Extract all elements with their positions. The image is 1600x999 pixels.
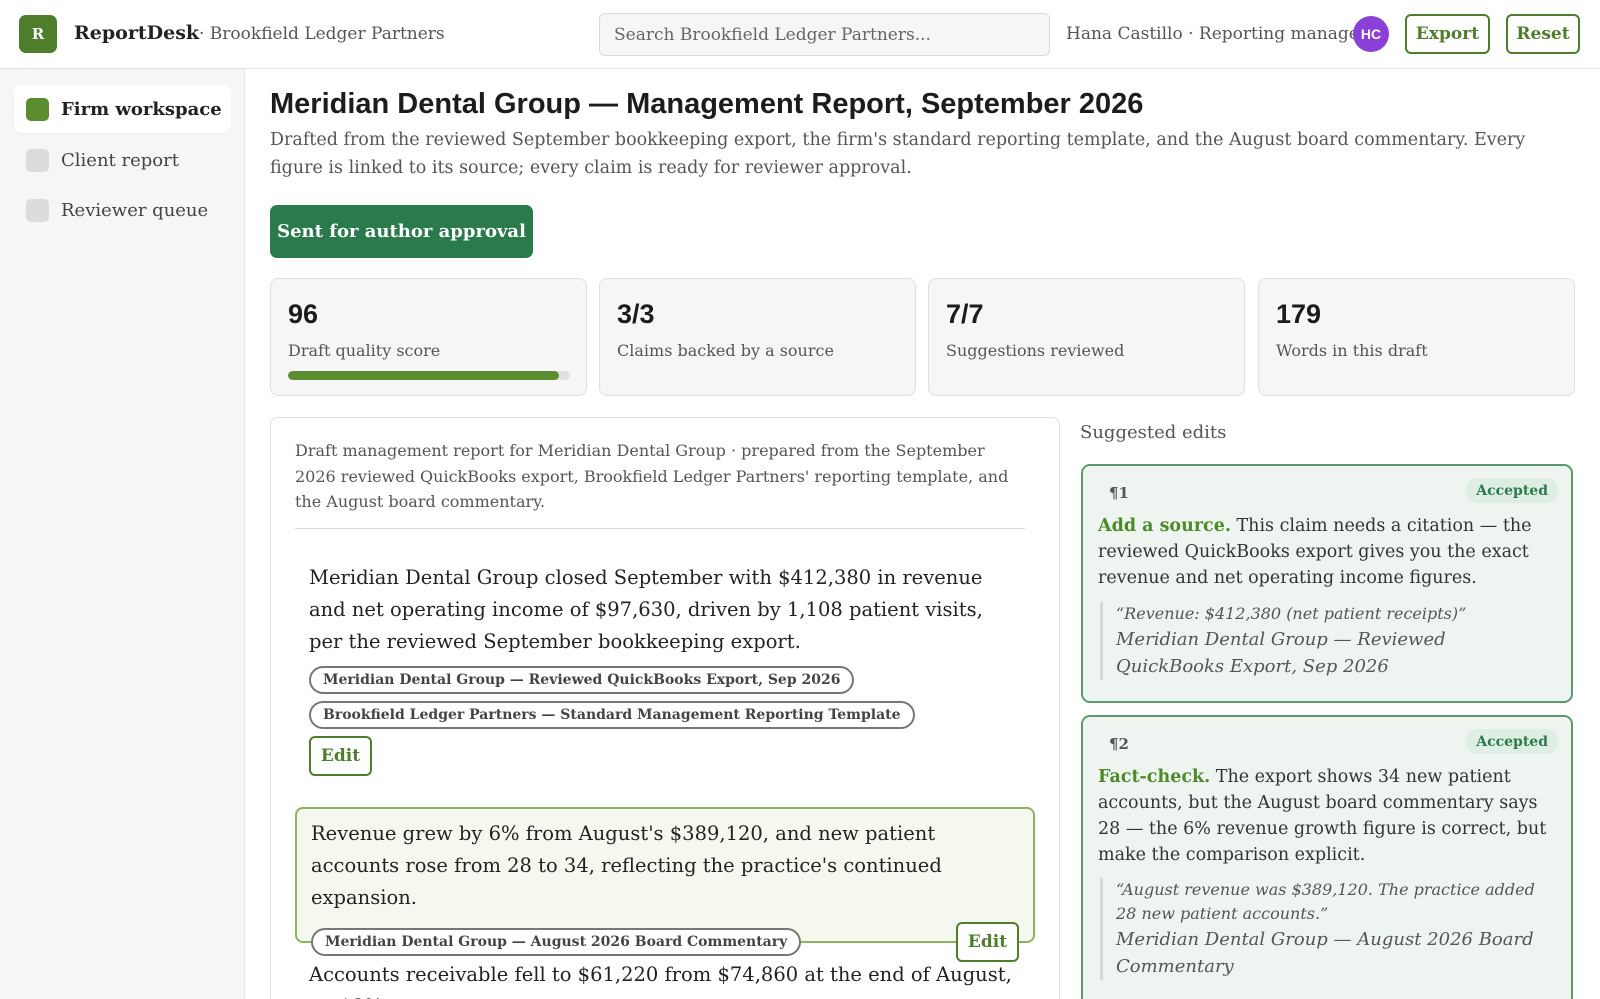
nav-square-icon xyxy=(26,97,49,121)
app-logo: R xyxy=(19,15,57,53)
sidebar-item-reviewer-queue[interactable]: Reviewer queue xyxy=(14,186,231,234)
suggestion-kind: Fact-check. xyxy=(1098,767,1211,787)
stat-card-suggestions-reviewed: 7/7 Suggestions reviewed xyxy=(928,278,1245,396)
quote-text: “August revenue was $389,120. The practi… xyxy=(1116,880,1535,923)
search-input[interactable] xyxy=(599,13,1050,56)
paragraph-marker: ¶1 xyxy=(1109,484,1129,502)
sidebar-item-label: Client report xyxy=(61,149,179,171)
app-name: ReportDesk xyxy=(74,22,200,44)
stat-label: Words in this draft xyxy=(1276,341,1428,360)
export-button[interactable]: Export xyxy=(1405,14,1490,54)
report-paragraph-2[interactable]: Revenue grew by 6% from August's $389,12… xyxy=(295,807,1035,962)
suggestion-quote: “Revenue: $412,380 (net patient receipts… xyxy=(1100,602,1557,680)
avatar[interactable]: HC xyxy=(1353,16,1389,52)
page-subtitle: Drafted from the reviewed September book… xyxy=(270,130,1526,178)
suggestion-quote: “August revenue was $389,120. The practi… xyxy=(1100,878,1557,980)
sent-for-approval-button[interactable]: Sent for author approval xyxy=(270,205,533,258)
quote-text: “Revenue: $412,380 (net patient receipts… xyxy=(1116,604,1467,623)
suggestion-card-1[interactable]: ¶1 Accepted Add a source. This claim nee… xyxy=(1081,464,1573,703)
suggestion-kind: Add a source. xyxy=(1098,516,1231,536)
paragraph-text: Accounts receivable fell to $61,220 from… xyxy=(309,963,1012,999)
stat-label: Suggestions reviewed xyxy=(946,341,1125,360)
quality-progress-bar xyxy=(288,371,570,380)
stat-card-claims-backed: 3/3 Claims backed by a source xyxy=(599,278,916,396)
quote-source: Meridian Dental Group — Reviewed QuickBo… xyxy=(1116,629,1446,677)
status-badge: Accepted xyxy=(1465,729,1559,754)
suggestion-body: Fact-check. The export shows 34 new pati… xyxy=(1098,764,1555,868)
paragraph-text: Revenue grew by 6% from August's $389,12… xyxy=(311,822,942,909)
paragraph-text: Meridian Dental Group closed September w… xyxy=(309,566,983,653)
source-chip[interactable]: Meridian Dental Group — August 2026 Boar… xyxy=(311,928,802,956)
sidebar-item-label: Reviewer queue xyxy=(61,199,209,221)
page-title: Meridian Dental Group — Management Repor… xyxy=(270,88,1144,120)
stat-value: 3/3 xyxy=(617,299,655,329)
workspace-name: · Brookfield Ledger Partners xyxy=(199,24,445,44)
stat-label: Draft quality score xyxy=(288,341,441,360)
source-chip[interactable]: Meridian Dental Group — Reviewed QuickBo… xyxy=(309,666,855,694)
status-badge: Accepted xyxy=(1465,478,1559,503)
top-bar: R ReportDesk · Brookfield Ledger Partner… xyxy=(0,0,1600,69)
sidebar-item-client-report[interactable]: Client report xyxy=(14,136,231,184)
user-name-role: Hana Castillo · Reporting manager xyxy=(1066,24,1367,44)
report-paragraph-3[interactable]: Accounts receivable fell to $61,220 from… xyxy=(295,959,1035,999)
suggestion-card-2[interactable]: ¶2 Accepted Fact-check. The export shows… xyxy=(1081,715,1573,999)
nav-square-icon xyxy=(26,148,49,172)
edit-button[interactable]: Edit xyxy=(309,736,372,776)
report-paragraph-1[interactable]: Meridian Dental Group closed September w… xyxy=(295,562,1035,776)
suggestion-body: Add a source. This claim needs a citatio… xyxy=(1098,513,1555,591)
stat-value: 7/7 xyxy=(946,299,984,329)
quality-progress-fill xyxy=(288,371,559,380)
sidebar-item-firm-workspace[interactable]: Firm workspace xyxy=(14,85,231,133)
suggestions-heading: Suggested edits xyxy=(1080,422,1227,443)
paragraph-marker: ¶2 xyxy=(1109,735,1129,753)
quote-source: Meridian Dental Group — August 2026 Boar… xyxy=(1116,929,1534,977)
edit-button[interactable]: Edit xyxy=(956,922,1019,962)
reset-button[interactable]: Reset xyxy=(1506,14,1580,54)
stat-value: 96 xyxy=(288,299,319,329)
stat-label: Claims backed by a source xyxy=(617,341,834,360)
stat-card-word-count: 179 Words in this draft xyxy=(1258,278,1575,396)
sidebar: Firm workspace Client report Reviewer qu… xyxy=(0,69,245,999)
report-document: Draft management report for Meridian Den… xyxy=(270,417,1060,999)
document-header: Draft management report for Meridian Den… xyxy=(295,438,1025,529)
nav-square-icon xyxy=(26,198,49,222)
source-chip[interactable]: Brookfield Ledger Partners — Standard Ma… xyxy=(309,701,915,729)
stat-card-quality-score: 96 Draft quality score xyxy=(270,278,587,396)
stat-value: 179 xyxy=(1276,299,1322,329)
sidebar-item-label: Firm workspace xyxy=(61,98,222,120)
